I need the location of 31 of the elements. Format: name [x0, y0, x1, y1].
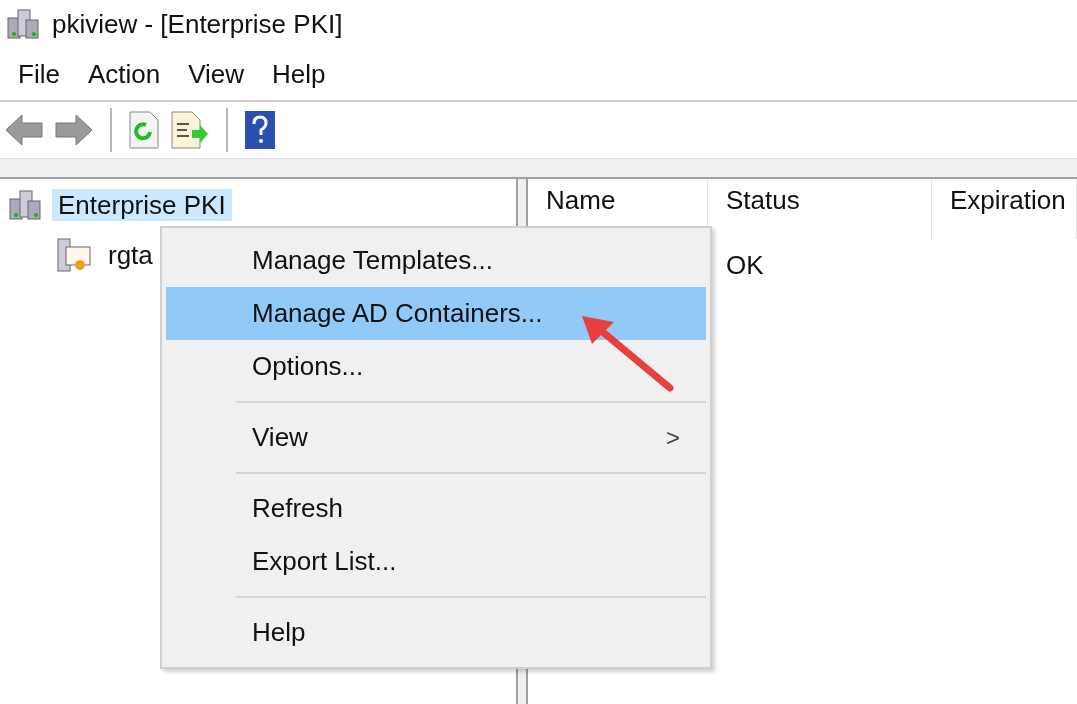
menu-item[interactable]: Action [73, 58, 175, 90]
menu-item-label: View [252, 422, 308, 453]
context-menu-item[interactable]: Export List... [166, 535, 706, 588]
context-menu-item[interactable]: View > [166, 411, 706, 464]
menu-item-label: Refresh [252, 493, 344, 524]
context-menu-item[interactable]: Manage AD Containers... [166, 287, 706, 340]
window-title: pkiview - [Enterprise PKI] [52, 8, 343, 40]
menu-item-label: Help [252, 617, 306, 648]
server-stack-icon [8, 189, 42, 221]
table-cell-text: OK [725, 249, 765, 281]
menu-item-label: Export List... [252, 546, 397, 577]
menu-item-label: Options... [252, 351, 364, 382]
context-menu-item[interactable]: Refresh [166, 482, 706, 535]
app-icon [6, 8, 40, 40]
submenu-chevron: > [666, 423, 680, 452]
menu-item-label: Manage AD Containers... [252, 298, 543, 329]
context-menu-item[interactable]: Help [166, 606, 706, 659]
help-icon[interactable] [244, 110, 276, 150]
menu-item[interactable]: File [4, 58, 74, 90]
context-menu-item[interactable]: Options... [166, 340, 706, 393]
tree-item[interactable]: rgta [102, 239, 159, 271]
back-arrow-icon[interactable] [4, 112, 44, 148]
menu-item[interactable]: Help [258, 58, 340, 90]
forward-arrow-icon[interactable] [54, 112, 94, 148]
tree-item[interactable]: Enterprise PKI [52, 189, 232, 221]
export-list-icon[interactable] [170, 110, 210, 150]
menu-item-label: Manage Templates... [252, 245, 493, 276]
refresh-icon[interactable] [128, 110, 160, 150]
menu-item[interactable]: View [174, 58, 259, 90]
column-header[interactable]: Expiration [932, 179, 1077, 239]
certificate-server-icon [56, 237, 92, 273]
